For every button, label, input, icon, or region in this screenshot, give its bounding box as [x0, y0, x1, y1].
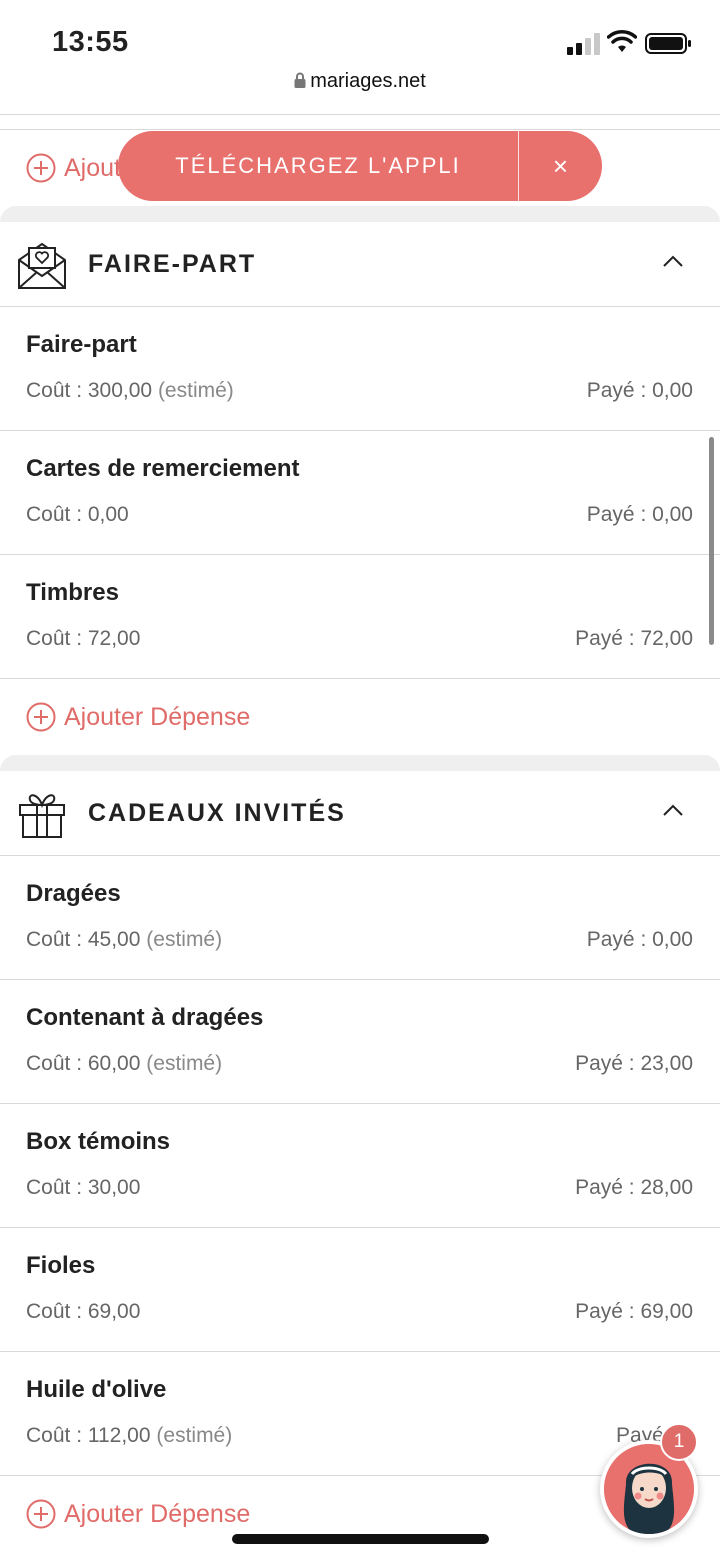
status-bar: 13:55	[0, 0, 720, 70]
expense-paid: Payé : 69,00	[575, 1300, 693, 1323]
expense-item[interactable]: Timbres Coût : 72,00 Payé : 72,00	[0, 555, 720, 679]
browser-url-bar[interactable]: mariages.net	[0, 70, 720, 115]
cost-value: Coût : 300,00	[26, 379, 153, 402]
section-title: FAIRE-PART	[88, 249, 257, 278]
expense-cost: Coût : 0,00	[26, 503, 129, 527]
expense-item[interactable]: Cartes de remerciement Coût : 0,00 Payé …	[0, 431, 720, 555]
home-indicator[interactable]	[232, 1534, 489, 1544]
status-time: 13:55	[52, 26, 129, 58]
section-title: CADEAUX INVITÉS	[88, 798, 346, 827]
envelope-heart-icon	[18, 242, 66, 289]
section-gap	[0, 755, 720, 771]
url-text: mariages.net	[310, 70, 426, 92]
expense-name: Fioles	[26, 1252, 96, 1279]
expense-paid: Payé : 28,00	[575, 1176, 693, 1199]
expense-cost: Coût : 112,00 (estimé)	[26, 1424, 232, 1448]
expense-name: Huile d'olive	[26, 1376, 167, 1403]
budget-page: Ajouter Dépense FAIRE-PART Faire-part Co…	[0, 114, 720, 1552]
add-expense-button-faire-part[interactable]: Ajouter Dépense	[0, 679, 720, 755]
expense-name: Faire-part	[26, 331, 137, 358]
download-app-banner: TÉLÉCHARGEZ L'APPLI ×	[118, 131, 602, 201]
estimate-label: (estimé)	[146, 1052, 223, 1075]
cost-value: Coût : 72,00	[26, 627, 141, 650]
expense-cost: Coût : 60,00 (estimé)	[26, 1052, 222, 1076]
chevron-up-icon[interactable]	[662, 803, 684, 817]
expense-cost: Coût : 45,00 (estimé)	[26, 928, 222, 952]
lock-icon	[294, 72, 306, 88]
cost-value: Coût : 30,00	[26, 1176, 141, 1199]
close-banner-button[interactable]: ×	[519, 151, 602, 182]
cost-value: Coût : 112,00	[26, 1424, 151, 1447]
expense-item[interactable]: Contenant à dragées Coût : 60,00 (estimé…	[0, 980, 720, 1104]
expense-paid: Payé : 72,00	[575, 627, 693, 650]
chevron-up-icon[interactable]	[662, 254, 684, 268]
expense-name: Dragées	[26, 880, 121, 907]
scrollbar[interactable]	[709, 437, 714, 645]
download-app-button[interactable]: TÉLÉCHARGEZ L'APPLI	[118, 153, 518, 179]
section-gap	[0, 206, 720, 222]
plus-circle-icon	[26, 153, 56, 183]
section-header-faire-part[interactable]: FAIRE-PART	[0, 222, 720, 307]
banner-divider	[518, 131, 519, 201]
add-expense-label: Ajouter Dépense	[64, 702, 251, 731]
cost-value: Coût : 45,00	[26, 928, 141, 951]
expense-item[interactable]: Dragées Coût : 45,00 (estimé) Payé : 0,0…	[0, 856, 720, 980]
expense-cost: Coût : 30,00	[26, 1176, 140, 1200]
expense-item[interactable]: Box témoins Coût : 30,00 Payé : 28,00	[0, 1104, 720, 1228]
divider	[0, 114, 720, 130]
cost-value: Coût : 0,00	[26, 503, 129, 526]
expense-paid: Payé : 0,00	[586, 379, 693, 402]
expense-name: Box témoins	[26, 1128, 171, 1155]
plus-circle-icon	[26, 702, 56, 732]
expense-paid: Payé : 0,00	[586, 928, 693, 951]
estimate-label: (estimé)	[146, 928, 223, 951]
expense-item[interactable]: Faire-part Coût : 300,00 (estimé) Payé :…	[0, 307, 720, 431]
estimate-label: (estimé)	[157, 379, 234, 402]
expense-cost: Coût : 300,00 (estimé)	[26, 379, 234, 403]
cost-value: Coût : 69,00	[26, 1300, 141, 1323]
expense-item[interactable]: Fioles Coût : 69,00 Payé : 69,00	[0, 1228, 720, 1352]
add-expense-label: Ajouter Dépense	[64, 1499, 251, 1528]
cost-value: Coût : 60,00	[26, 1052, 141, 1075]
expense-cost: Coût : 72,00	[26, 627, 140, 651]
battery-icon	[645, 33, 691, 54]
wifi-icon	[607, 30, 637, 52]
expense-paid: Payé : 23,00	[575, 1052, 693, 1075]
expense-name: Timbres	[26, 579, 119, 606]
estimate-label: (estimé)	[156, 1424, 233, 1447]
gift-icon	[19, 794, 65, 838]
expense-name: Cartes de remerciement	[26, 455, 300, 482]
notification-badge: 1	[660, 1423, 698, 1461]
section-header-cadeaux-invites[interactable]: CADEAUX INVITÉS	[0, 771, 720, 856]
plus-circle-icon	[26, 1499, 56, 1529]
cellular-signal-icon	[567, 33, 600, 55]
expense-cost: Coût : 69,00	[26, 1300, 140, 1324]
expense-paid: Payé : 0,00	[586, 503, 693, 526]
expense-name: Contenant à dragées	[26, 1004, 264, 1031]
